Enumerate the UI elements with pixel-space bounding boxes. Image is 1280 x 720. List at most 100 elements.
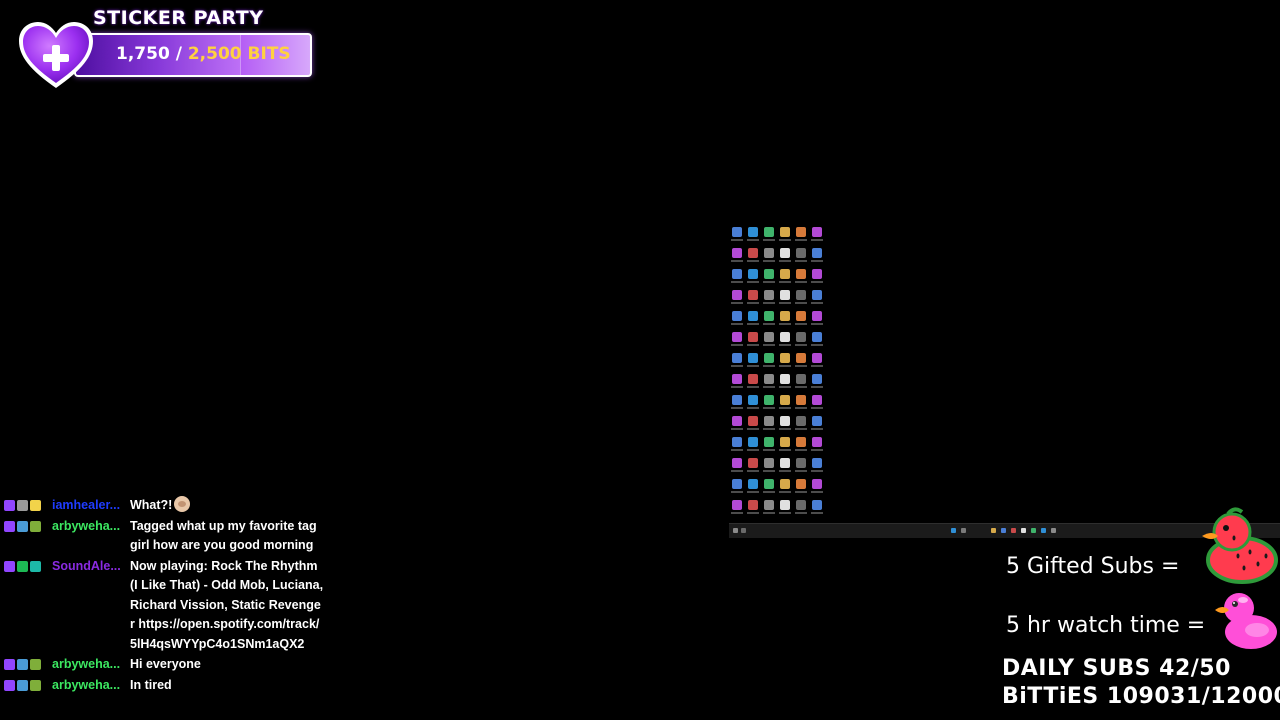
desktop-shortcut-caption [747, 491, 759, 493]
desktop-shortcut-icon [780, 479, 790, 489]
desktop-shortcut-caption [779, 512, 791, 514]
desktop-shortcut-icon [764, 479, 774, 489]
taskbar-app-icon [1001, 528, 1006, 533]
sticker-party-widget: STICKER PARTY 1,750 / 2,500 BITS [16, 6, 316, 92]
desktop-shortcut-icon [780, 437, 790, 447]
daily-subs-counter: DAILY SUBS 42/50 [1002, 656, 1231, 681]
desktop-shortcut-caption [779, 302, 791, 304]
desktop-shortcut-caption [795, 281, 807, 283]
chat-badge-icon [30, 520, 41, 532]
desktop-shortcut-caption [779, 281, 791, 283]
desktop-shortcut-icon [764, 332, 774, 342]
desktop-shortcut-caption [747, 407, 759, 409]
desktop-shortcut-caption [747, 470, 759, 472]
desktop-shortcut-caption [811, 323, 823, 325]
desktop-shortcut-caption [747, 428, 759, 430]
chat-message-text: In tired [130, 677, 172, 692]
desktop-shortcut-icon [732, 458, 742, 468]
desktop-shortcut-icon [748, 227, 758, 237]
desktop-shortcut-caption [763, 260, 775, 262]
desktop-shortcut-icon [764, 248, 774, 258]
chat-badge-icon [17, 659, 28, 670]
chat-badge-icon [17, 500, 28, 511]
desktop-shortcut-caption [795, 365, 807, 367]
desktop-shortcut-caption [731, 344, 743, 346]
desktop-shortcut-icon [732, 374, 742, 384]
desktop-shortcut-icon [780, 332, 790, 342]
desktop-shortcut-caption [811, 407, 823, 409]
desktop-shortcut-icon [796, 479, 806, 489]
desktop-icon-grid [729, 224, 829, 520]
desktop-shortcut-icon [748, 416, 758, 426]
desktop-shortcut-caption [779, 491, 791, 493]
desktop-shortcut-icon [812, 290, 822, 300]
desktop-shortcut-icon [812, 479, 822, 489]
desktop-shortcut-icon [732, 353, 742, 363]
desktop-shortcut-caption [731, 491, 743, 493]
desktop-shortcut-icon [812, 269, 822, 279]
desktop-shortcut-caption [747, 365, 759, 367]
desktop-shortcut-icon [732, 479, 742, 489]
desktop-shortcut-caption [779, 323, 791, 325]
desktop-shortcut-caption [731, 428, 743, 430]
desktop-shortcut-caption [731, 407, 743, 409]
desktop-shortcut-icon [748, 479, 758, 489]
chat-message: arbyweha... Hi everyone [4, 655, 324, 675]
chat-username: arbyweha... [52, 657, 121, 671]
desktop-shortcut-caption [779, 365, 791, 367]
desktop-shortcut-caption [795, 491, 807, 493]
desktop-shortcut-icon [732, 311, 742, 321]
chat-message-body: Now playing: Rock The Rhythm (I Like Tha… [130, 557, 324, 655]
desktop-shortcut-caption [795, 260, 807, 262]
desktop-shortcut-icon [764, 290, 774, 300]
desktop-shortcut-caption [731, 365, 743, 367]
desktop-shortcut-caption [795, 386, 807, 388]
bits-separator: / [169, 44, 188, 64]
chat-badges [4, 557, 52, 655]
chat-badges [4, 496, 52, 516]
chat-message-text: Hi everyone [130, 657, 201, 671]
chat-message: arbyweha... In tired [4, 676, 324, 696]
desktop-shortcut-caption [763, 470, 775, 472]
chat-badge-icon [4, 520, 15, 532]
desktop-shortcut-caption [731, 239, 743, 241]
desktop-shortcut-icon [764, 395, 774, 405]
desktop-shortcut-icon [732, 416, 742, 426]
desktop-shortcut-caption [731, 449, 743, 451]
desktop-shortcut-icon [812, 437, 822, 447]
desktop-shortcut-icon [748, 311, 758, 321]
chat-badge-icon [4, 500, 15, 511]
desktop-shortcut-icon [812, 332, 822, 342]
chat-message-body: Hi everyone [130, 655, 324, 675]
gifted-subs-goal: 5 Gifted Subs = [1006, 554, 1180, 579]
desktop-shortcut-caption [731, 512, 743, 514]
desktop-shortcut-icon [812, 500, 822, 510]
desktop-shortcut-caption [731, 281, 743, 283]
desktop-shortcut-caption [795, 470, 807, 472]
chat-badge-icon [17, 520, 28, 532]
desktop-shortcut-caption [731, 323, 743, 325]
desktop-shortcut-caption [779, 428, 791, 430]
desktop-shortcut-caption [747, 386, 759, 388]
desktop-shortcut-caption [779, 344, 791, 346]
desktop-shortcut-icon [812, 416, 822, 426]
desktop-shortcut-icon [764, 269, 774, 279]
desktop-shortcut-caption [779, 386, 791, 388]
desktop-shortcut-icon [780, 395, 790, 405]
chat-message: SoundAle... Now playing: Rock The Rhythm … [4, 557, 324, 655]
desktop-shortcut-icon [796, 416, 806, 426]
desktop-shortcut-icon [748, 395, 758, 405]
desktop-shortcut-caption [795, 239, 807, 241]
desktop-shortcut-icon [796, 437, 806, 447]
desktop-shortcut-icon [796, 311, 806, 321]
chat-username: arbyweha... [52, 518, 121, 533]
chat-username: iamhealer... [52, 498, 121, 512]
taskbar-app-icon [733, 528, 738, 533]
desktop-shortcut-icon [780, 227, 790, 237]
desktop-shortcut-icon [764, 311, 774, 321]
desktop-shortcut-caption [779, 260, 791, 262]
bits-progress-bar: 1,750 / 2,500 BITS [74, 33, 312, 77]
desktop-shortcut-icon [796, 500, 806, 510]
desktop-shortcut-caption [795, 302, 807, 304]
chat-badge-icon [30, 659, 41, 670]
